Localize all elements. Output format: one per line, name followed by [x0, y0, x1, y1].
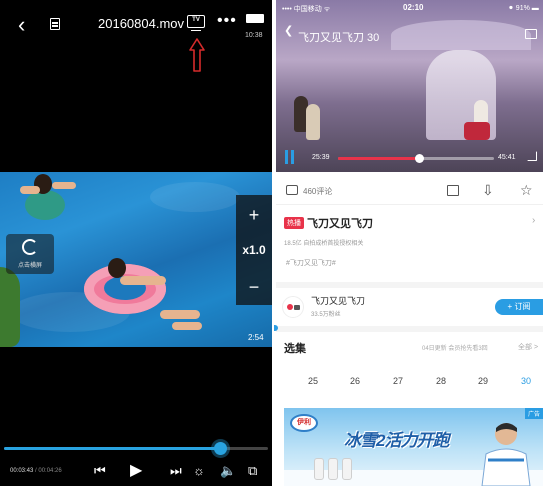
- back-icon[interactable]: ❮: [284, 24, 293, 37]
- speed-control: + x1.0 −: [236, 195, 272, 305]
- action-bar: 460评论 ⇩ ☆: [276, 177, 543, 205]
- show-title: 飞刀又见飞刀: [307, 218, 373, 230]
- child-head: [108, 258, 126, 278]
- ad-slogan: 冰雪2活力开跑: [344, 431, 449, 450]
- playback-times: 00:03:43 / 00:04:26: [10, 468, 62, 474]
- comments-count[interactable]: 460评论: [303, 186, 332, 197]
- video-frame-pool[interactable]: 点击横屏: [0, 172, 272, 347]
- battery-icon: [246, 14, 264, 23]
- brightness-icon[interactable]: ☼: [193, 463, 205, 479]
- subscribe-button[interactable]: + 订阅: [495, 299, 543, 315]
- favorite-star-icon[interactable]: ☆: [520, 182, 533, 198]
- portrait-video-app: •••• 中国移动 ᯤ 02:10 ⚫ 91% ▬ ❮ 飞刀又见飞刀 30 25…: [276, 0, 543, 486]
- episodes-title: 选集: [284, 343, 306, 355]
- ad-product: [342, 458, 352, 480]
- comment-icon[interactable]: [286, 185, 298, 195]
- channel-row[interactable]: 飞刀又见飞刀 33.5万粉丝 + 订阅: [276, 282, 543, 322]
- tv-cast-icon[interactable]: [525, 29, 537, 39]
- topic-tag[interactable]: #飞刀又见飞刀#: [286, 258, 336, 268]
- time-current: 25:39: [312, 154, 330, 161]
- back-icon[interactable]: ‹: [18, 14, 25, 36]
- episode-item[interactable]: 25: [298, 376, 328, 386]
- document-icon[interactable]: [50, 18, 60, 30]
- time-total: 45:41: [498, 154, 516, 161]
- seek-bar-fill: [4, 447, 221, 450]
- carrier-text: •••• 中国移动 ᯤ: [282, 6, 331, 13]
- seek-bar[interactable]: [338, 154, 494, 163]
- screenshot-icon[interactable]: ⧉: [248, 463, 257, 479]
- ad-athlete-image: [481, 423, 531, 486]
- channel-followers: 33.5万粉丝: [311, 312, 341, 318]
- download-icon[interactable]: ⇩: [482, 182, 494, 198]
- hot-badge: 热播: [284, 217, 304, 229]
- speed-value: x1.0: [242, 243, 266, 257]
- rotate-label: 点击横屏: [17, 263, 42, 269]
- episode-item[interactable]: 28: [426, 376, 456, 386]
- seek-bar-knob[interactable]: [415, 154, 425, 163]
- seek-bar[interactable]: [4, 442, 268, 455]
- episode-item[interactable]: 29: [468, 376, 498, 386]
- seek-bar-knob[interactable]: [214, 442, 228, 455]
- fullscreen-icon[interactable]: [527, 151, 537, 161]
- episode-item[interactable]: 26: [340, 376, 370, 386]
- video-filename: 20160804.mov: [98, 16, 185, 31]
- player-top-bar: ‹ 20160804.mov TV ••• 10:38: [0, 0, 272, 50]
- previous-icon[interactable]: ⏮: [94, 463, 106, 479]
- episodes-all-link[interactable]: 全部 >: [518, 342, 538, 352]
- tv-cast-icon[interactable]: TV: [187, 15, 205, 31]
- advertisement-banner[interactable]: 伊利 冰雪2活力开跑 广告: [284, 408, 543, 486]
- speed-down-button[interactable]: −: [236, 277, 272, 298]
- seek-bar-fill: [338, 157, 420, 160]
- pause-icon[interactable]: [285, 150, 295, 164]
- canopy: [391, 20, 531, 50]
- meta-text: 18.5亿 自拍成桥首投授权相关: [284, 241, 364, 247]
- share-icon[interactable]: [447, 185, 459, 196]
- episode-item-active[interactable]: 30: [511, 376, 541, 386]
- time-separator: /: [35, 468, 37, 474]
- landscape-video-player: ‹ 20160804.mov TV ••• 10:38 点击横屏 + x1.0 …: [0, 0, 272, 486]
- ad-product: [328, 458, 338, 480]
- episodes-note: 04日更新 会员抢先看3回: [422, 346, 488, 352]
- time-total: 00:04:26: [38, 468, 62, 474]
- rotate-icon: [22, 239, 38, 255]
- rotate-screen-button[interactable]: 点击横屏: [6, 234, 54, 274]
- time-current: 00:03:43: [10, 468, 34, 474]
- video-info: 热播 飞刀又见飞刀 › 18.5亿 自拍成桥首投授权相关 #飞刀又见飞刀#: [276, 206, 543, 278]
- channel-name[interactable]: 飞刀又见飞刀: [311, 294, 365, 307]
- ad-brand-logo: 伊利: [290, 414, 318, 432]
- swimmer-float: [25, 190, 65, 220]
- episode-item[interactable]: 27: [383, 376, 413, 386]
- video-title: 飞刀又见飞刀 30: [298, 32, 380, 44]
- ad-tag: 广告: [524, 408, 543, 419]
- next-icon[interactable]: ⏭: [170, 463, 182, 479]
- episodes-section: 选集 04日更新 会员抢先看3回 全部 > 25 26 27 28 29 30: [276, 326, 543, 406]
- volume-icon[interactable]: 🔈: [220, 463, 236, 479]
- ad-product: [314, 458, 324, 480]
- red-arrow-annotation-icon: [189, 38, 205, 72]
- figure-left-2: [306, 104, 320, 140]
- video-duration: 2:54: [248, 333, 264, 342]
- channel-avatar[interactable]: [282, 296, 304, 318]
- red-robe: [464, 122, 490, 140]
- phone-status-bar: •••• 中国移动 ᯤ 02:10 ⚫ 91% ▬: [276, 0, 543, 16]
- status-time: 10:38: [245, 32, 263, 39]
- video-frame-drama[interactable]: •••• 中国移动 ᯤ 02:10 ⚫ 91% ▬ ❮ 飞刀又见飞刀 30 25…: [276, 0, 543, 172]
- poolside-grass: [0, 267, 20, 347]
- chevron-right-icon[interactable]: ›: [532, 215, 535, 226]
- clock-text: 02:10: [403, 3, 424, 12]
- battery-text: ⚫ 91% ▬: [508, 5, 539, 12]
- speed-up-button[interactable]: +: [236, 205, 272, 226]
- more-icon[interactable]: •••: [217, 12, 237, 30]
- play-icon[interactable]: ▶: [130, 463, 142, 479]
